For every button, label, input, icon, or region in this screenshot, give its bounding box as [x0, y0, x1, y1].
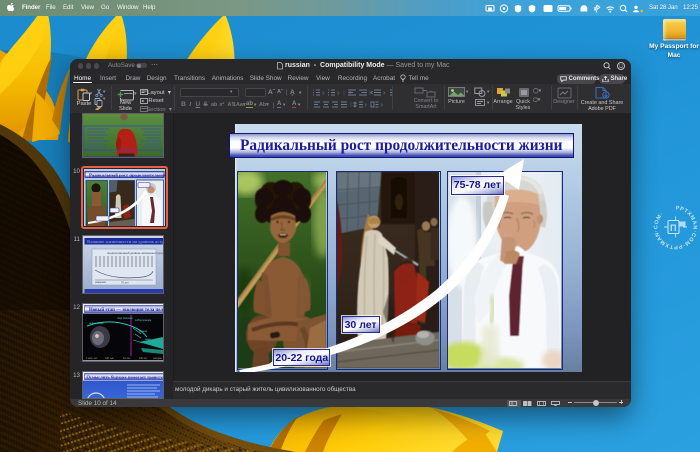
svg-text:П: П	[670, 223, 676, 233]
svg-text:новые виды: новые виды	[89, 322, 104, 325]
svg-text:паук сапиенс: паук сапиенс	[117, 317, 133, 320]
svg-text:10 тыс.: 10 тыс.	[123, 357, 131, 360]
svg-text:100 тыс.: 100 тыс.	[105, 357, 115, 360]
svg-text:сегодня: сегодня	[153, 357, 162, 360]
svg-text:генная: генная	[139, 330, 148, 333]
svg-text:70 лет: 70 лет	[121, 281, 129, 285]
svg-text:нано: нано	[145, 338, 151, 341]
svg-text:A: A	[546, 6, 551, 13]
svg-text:Влияние жизненности на уровень: Влияние жизненности на уровень астрологи…	[87, 239, 164, 244]
svg-text:предположенный уровень жизненн: предположенный уровень жизненных процесс…	[107, 251, 164, 255]
svg-text:киборгизация: киборгизация	[135, 318, 152, 322]
svg-text:1 млн. лет: 1 млн. лет	[86, 357, 98, 360]
svg-text:Радикальный рост продолжительн: Радикальный рост продолжительности жизни	[89, 173, 166, 178]
svg-text:Осмыслить будущее помогает тра: Осмыслить будущее помогает трансгуманизм	[87, 375, 165, 380]
svg-text:Новый этап — эволюция тела чел: Новый этап — эволюция тела человека	[89, 308, 164, 313]
svg-text:рождение: рождение	[95, 281, 107, 284]
svg-text:100 лет: 100 лет	[139, 357, 148, 360]
